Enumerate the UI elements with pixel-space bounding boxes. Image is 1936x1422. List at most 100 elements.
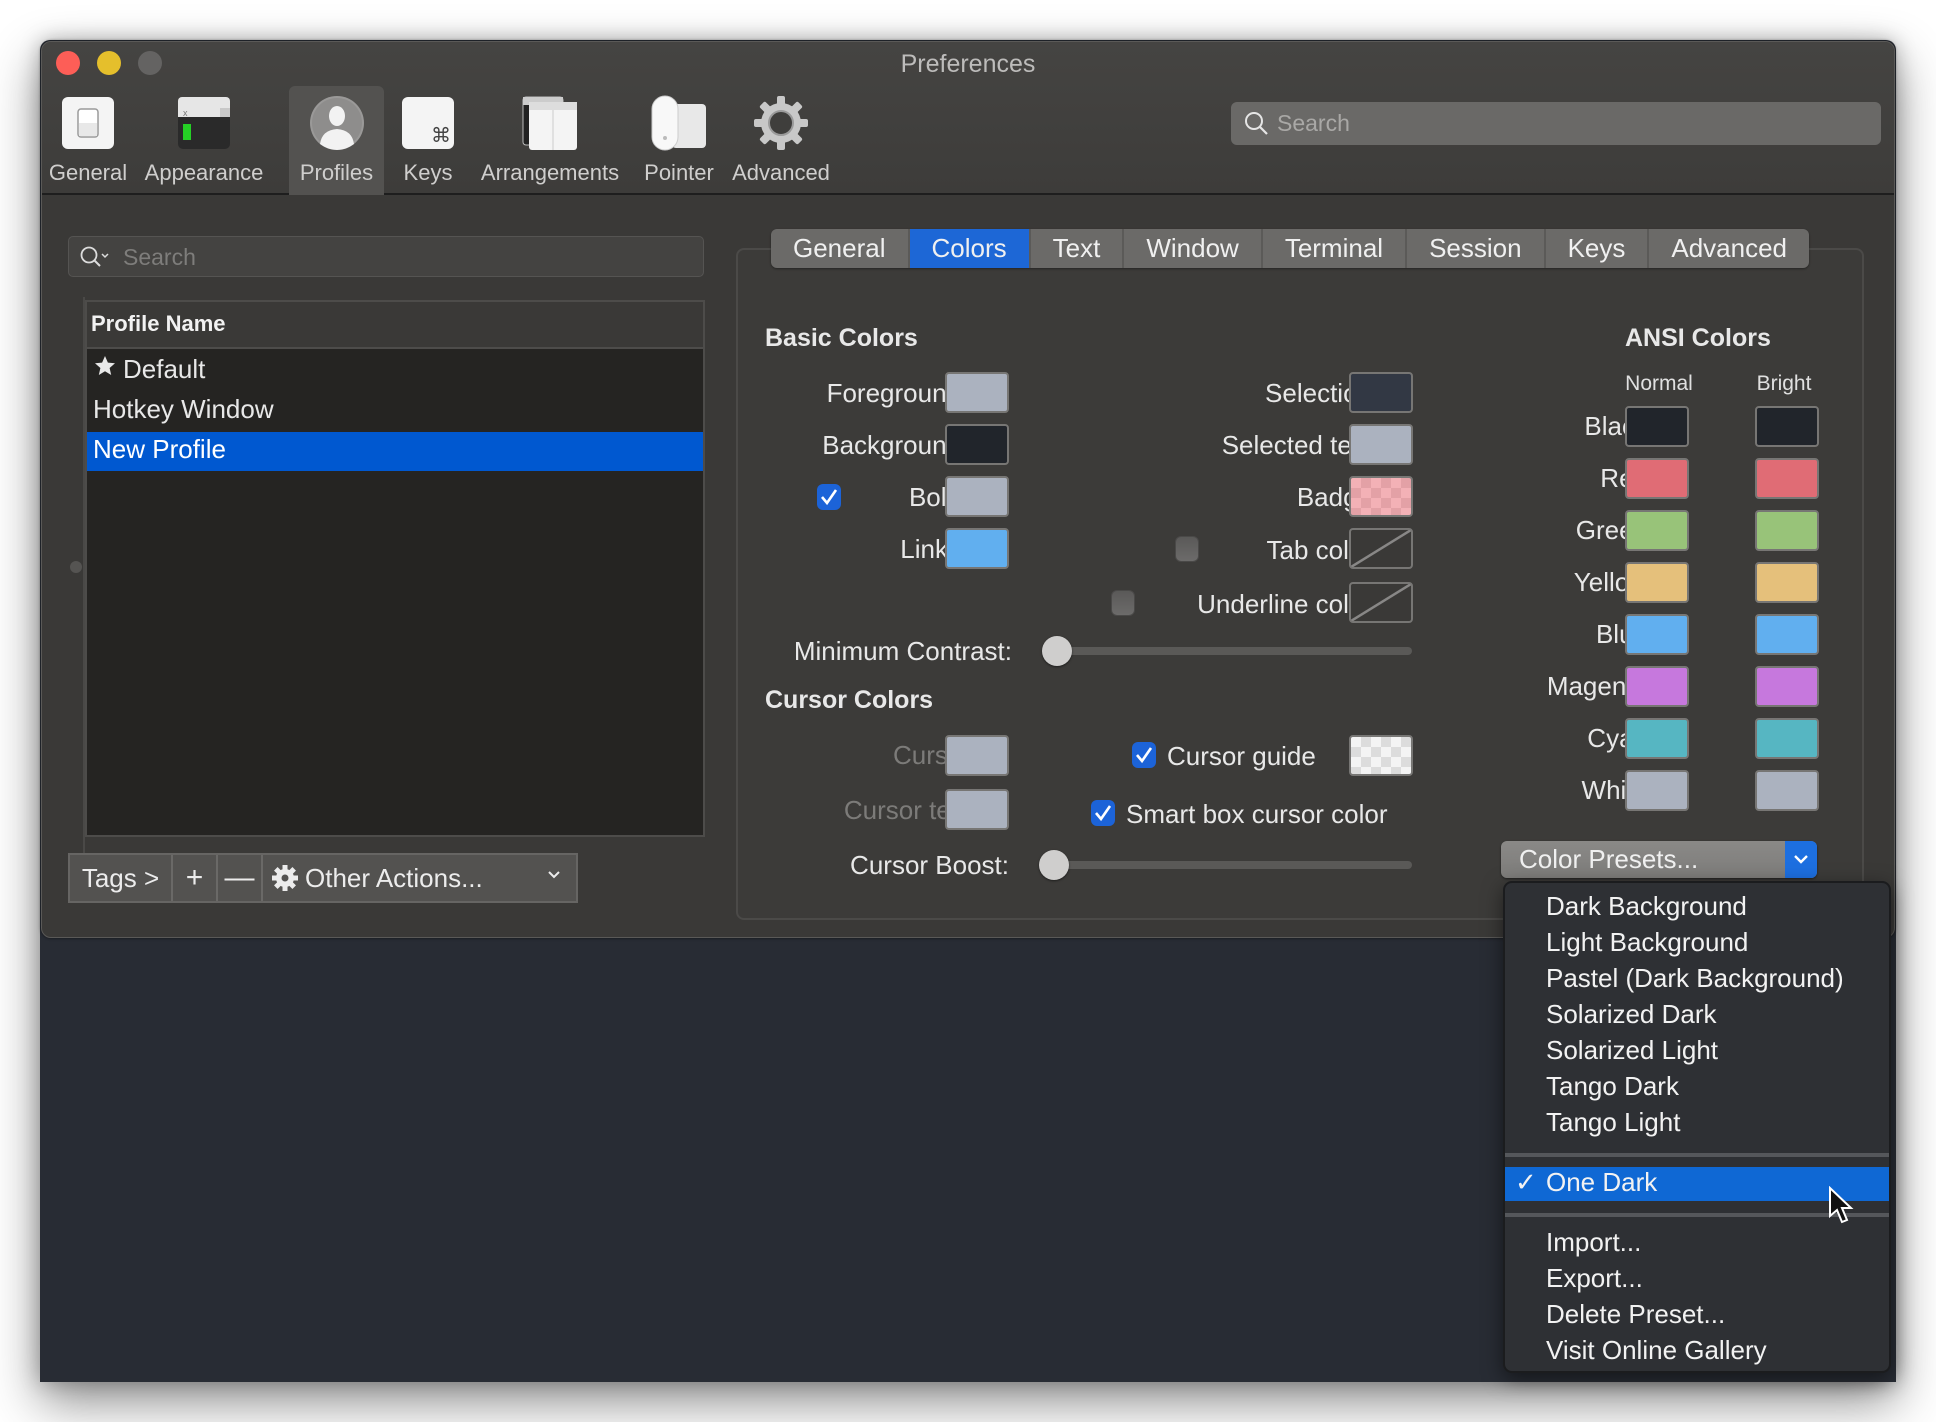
preset-menu-item[interactable]: Visit Online Gallery bbox=[1505, 1335, 1889, 1369]
tab-window[interactable]: Window bbox=[1124, 229, 1263, 268]
toolbar-label: Pointer bbox=[644, 160, 714, 185]
preset-menu-item[interactable]: Export... bbox=[1505, 1263, 1889, 1297]
other-actions-dropdown[interactable]: Other Actions... bbox=[263, 855, 576, 901]
ansi-bright-green-color-well[interactable] bbox=[1755, 510, 1819, 551]
preset-menu-item[interactable]: Tango Light bbox=[1505, 1107, 1889, 1141]
cursor-color-well[interactable] bbox=[945, 735, 1009, 776]
split-drag-handle[interactable] bbox=[70, 561, 82, 573]
color-presets-dropdown[interactable]: Color Presets... bbox=[1501, 841, 1817, 878]
keys-command-icon: ⌘ bbox=[402, 97, 454, 149]
underline-color-label: Underline color bbox=[1197, 589, 1372, 619]
tab-terminal[interactable]: Terminal bbox=[1263, 229, 1408, 268]
tab-keys[interactable]: Keys bbox=[1546, 229, 1650, 268]
preset-menu-item[interactable]: Solarized Dark bbox=[1505, 999, 1889, 1033]
profile-actions-bar: Tags > + — Other Actions... bbox=[68, 853, 578, 903]
ansi-label-blue: Blue bbox=[1595, 619, 1648, 649]
links-label: Links bbox=[900, 534, 961, 564]
profile-name: New Profile bbox=[93, 434, 226, 464]
toolbar-item-keys[interactable]: ⌘ Keys bbox=[388, 86, 468, 195]
checkmark-icon: ✓ bbox=[1515, 1167, 1537, 1197]
ansi-bright-magenta-color-well[interactable] bbox=[1755, 666, 1819, 707]
ansi-bright-black-color-well[interactable] bbox=[1755, 406, 1819, 447]
profile-row-new-profile[interactable]: New Profile bbox=[87, 432, 703, 471]
preset-menu-item-label: Tango Light bbox=[1546, 1107, 1681, 1137]
cursor-text-color-well[interactable] bbox=[945, 789, 1009, 830]
tab-text[interactable]: Text bbox=[1031, 229, 1125, 268]
ansi-normal-blue-color-well[interactable] bbox=[1625, 614, 1689, 655]
ansi-normal-yellow-color-well[interactable] bbox=[1625, 562, 1689, 603]
minimum-contrast-slider-thumb[interactable] bbox=[1042, 636, 1072, 666]
tab-session[interactable]: Session bbox=[1407, 229, 1546, 268]
preset-menu-item-label: Light Background bbox=[1546, 927, 1749, 957]
ansi-bright-yellow-color-well[interactable] bbox=[1755, 562, 1819, 603]
ansi-label-green: Green bbox=[1575, 515, 1648, 545]
toolbar-item-profiles[interactable]: Profiles bbox=[289, 86, 384, 195]
preset-menu-item[interactable]: Pastel (Dark Background) bbox=[1505, 963, 1889, 997]
preset-menu-item[interactable]: Delete Preset... bbox=[1505, 1299, 1889, 1333]
mouse-pointer-icon bbox=[1829, 1186, 1854, 1224]
profile-name: Hotkey Window bbox=[93, 394, 274, 424]
preset-menu-item[interactable]: Light Background bbox=[1505, 927, 1889, 961]
tab-advanced[interactable]: Advanced bbox=[1649, 229, 1809, 268]
checkmark-icon bbox=[1136, 747, 1153, 764]
profile-search-field[interactable] bbox=[68, 236, 704, 277]
ansi-bright-red-color-well[interactable] bbox=[1755, 458, 1819, 499]
column-header-profile-name[interactable]: Profile Name bbox=[87, 302, 703, 349]
minimum-contrast-slider[interactable] bbox=[1042, 636, 1412, 666]
ansi-normal-magenta-color-well[interactable] bbox=[1625, 666, 1689, 707]
ansi-bright-blue-color-well[interactable] bbox=[1755, 614, 1819, 655]
preset-menu-item[interactable]: Solarized Light bbox=[1505, 1035, 1889, 1069]
selected-text-color-well[interactable] bbox=[1349, 424, 1413, 465]
background-color-well[interactable] bbox=[945, 424, 1009, 465]
cursor-boost-slider[interactable] bbox=[1039, 850, 1412, 880]
underline-color-checkbox[interactable] bbox=[1111, 590, 1135, 616]
profile-row-hotkey-window[interactable]: Hotkey Window bbox=[87, 392, 703, 431]
ansi-normal-red-color-well[interactable] bbox=[1625, 458, 1689, 499]
toolbar-item-general[interactable]: General bbox=[44, 86, 132, 195]
bold-checkbox[interactable] bbox=[817, 484, 841, 510]
toolbar-item-pointer[interactable]: Pointer bbox=[634, 86, 724, 195]
preset-menu-item-label: Visit Online Gallery bbox=[1546, 1335, 1767, 1365]
badge-color-well[interactable] bbox=[1349, 476, 1413, 517]
preset-menu-item[interactable]: Tango Dark bbox=[1505, 1071, 1889, 1105]
smart-box-cursor-checkbox[interactable] bbox=[1091, 800, 1115, 826]
toolbar-item-appearance[interactable]: x Appearance bbox=[142, 86, 266, 195]
cursor-boost-slider-thumb[interactable] bbox=[1039, 850, 1069, 880]
toolbar-item-advanced[interactable]: Advanced bbox=[726, 86, 836, 195]
underline-color-well[interactable] bbox=[1349, 582, 1413, 623]
preferences-search-field[interactable] bbox=[1231, 102, 1881, 145]
tab-colors[interactable]: Colors bbox=[909, 229, 1031, 268]
ansi-normal-green-color-well[interactable] bbox=[1625, 510, 1689, 551]
remove-profile-button[interactable]: — bbox=[218, 855, 263, 901]
cursor-guide-checkbox[interactable] bbox=[1132, 742, 1156, 768]
preferences-search-input[interactable] bbox=[1277, 107, 1867, 139]
ansi-normal-cyan-color-well[interactable] bbox=[1625, 718, 1689, 759]
add-profile-button[interactable]: + bbox=[173, 855, 218, 901]
selection-color-well[interactable] bbox=[1349, 372, 1413, 413]
tags-button[interactable]: Tags > bbox=[70, 855, 173, 901]
preset-menu-item[interactable]: Import... bbox=[1505, 1227, 1889, 1261]
chevron-down-icon bbox=[548, 871, 560, 879]
tab-color-checkbox[interactable] bbox=[1175, 536, 1199, 562]
ansi-bright-white-color-well[interactable] bbox=[1755, 770, 1819, 811]
ansi-normal-black-color-well[interactable] bbox=[1625, 406, 1689, 447]
tab-general[interactable]: General bbox=[771, 229, 910, 268]
tab-color-well[interactable] bbox=[1349, 528, 1413, 569]
ansi-label-black: Black bbox=[1584, 411, 1648, 441]
ansi-normal-column-header: Normal bbox=[1625, 372, 1693, 395]
cursor-guide-color-well[interactable] bbox=[1349, 735, 1413, 776]
preset-menu-item-label: Pastel (Dark Background) bbox=[1546, 963, 1844, 993]
links-color-well[interactable] bbox=[945, 528, 1009, 569]
default-star-icon bbox=[93, 354, 119, 385]
preset-menu-item[interactable]: Dark Background bbox=[1505, 891, 1889, 925]
foreground-color-well[interactable] bbox=[945, 372, 1009, 413]
bold-color-well[interactable] bbox=[945, 476, 1009, 517]
svg-text:⌘: ⌘ bbox=[431, 123, 451, 147]
profile-row-default[interactable]: Default bbox=[87, 352, 703, 391]
profile-search-input[interactable] bbox=[123, 241, 693, 273]
ansi-normal-white-color-well[interactable] bbox=[1625, 770, 1689, 811]
ansi-bright-cyan-color-well[interactable] bbox=[1755, 718, 1819, 759]
preset-menu-item-label: Tango Dark bbox=[1546, 1071, 1679, 1101]
bold-label: Bold bbox=[908, 482, 961, 512]
toolbar-item-arrangements[interactable]: Arrangements bbox=[470, 86, 630, 195]
